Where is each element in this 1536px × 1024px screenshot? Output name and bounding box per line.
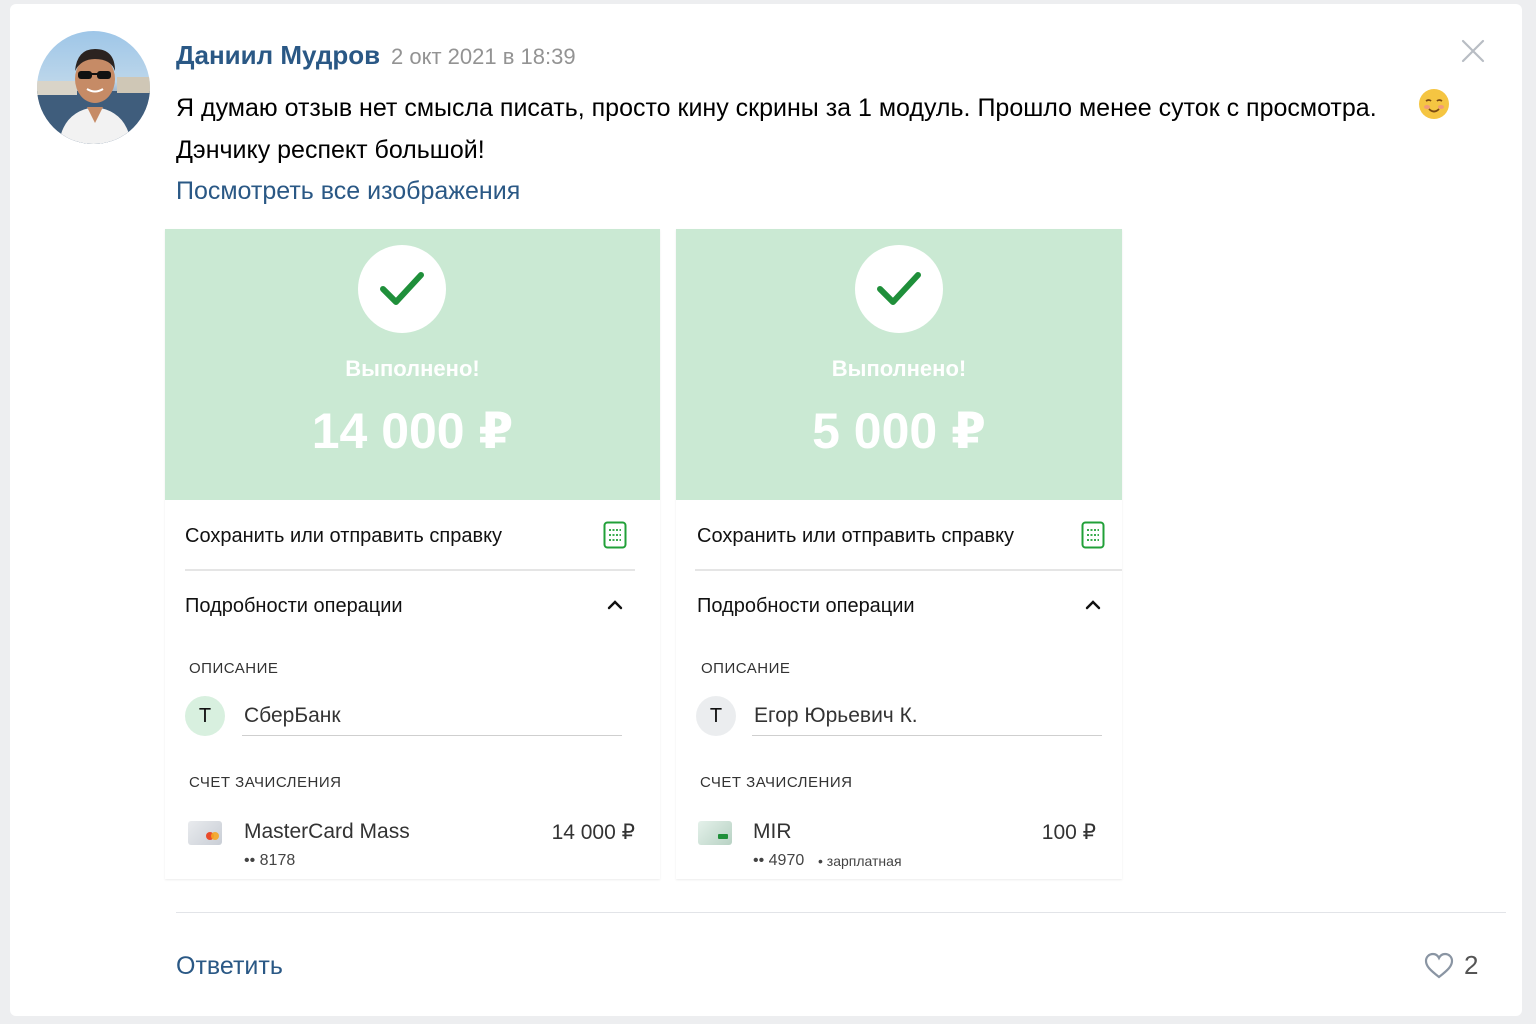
description-avatar: Т [696, 696, 736, 736]
like-count: 2 [1464, 950, 1479, 980]
avatar[interactable] [37, 31, 150, 144]
smile-emoji-icon [1418, 88, 1450, 120]
amount-text: 5 000 ₽ [812, 403, 986, 459]
description-text: Егор Юрьевич К. [754, 704, 918, 727]
post-text: Я думаю отзыв нет смысла писать, просто … [176, 87, 1466, 171]
chevron-up-icon[interactable] [1085, 598, 1101, 610]
account-sum: 14 000 ₽ [551, 821, 635, 844]
check-circle [855, 245, 943, 333]
receipt-image-2[interactable]: Выполнено! 5 000 ₽ Сохранить или отправи… [676, 229, 1122, 879]
account-number: •• 8178 [244, 852, 296, 869]
status-text: Выполнено! [345, 356, 480, 381]
account-name: MIR [753, 820, 792, 843]
description-text: СберБанк [244, 704, 341, 727]
description-header: ОПИСАНИЕ [701, 660, 791, 677]
save-receipt-label[interactable]: Сохранить или отправить справку [697, 525, 1014, 548]
description-underline [752, 735, 1102, 736]
check-icon [380, 272, 424, 305]
close-button[interactable] [1460, 38, 1486, 64]
operation-details-label[interactable]: Подробности операции [185, 595, 403, 618]
description-underline [242, 735, 622, 736]
receipt-doc-icon[interactable] [1081, 521, 1105, 549]
receipt-doc-icon[interactable] [603, 521, 627, 549]
card-icon [188, 821, 222, 845]
save-receipt-label[interactable]: Сохранить или отправить справку [185, 525, 502, 548]
heart-icon [1424, 952, 1454, 979]
check-circle [358, 245, 446, 333]
chevron-up-icon[interactable] [607, 598, 623, 610]
check-icon [877, 272, 921, 305]
close-icon [1461, 39, 1485, 63]
post-text-line-1: Я думаю отзыв нет смысла писать, просто … [176, 94, 1377, 122]
post-date[interactable]: 2 окт 2021 в 18:39 [391, 44, 576, 70]
divider [695, 569, 1122, 571]
description-header: ОПИСАНИЕ [189, 660, 279, 677]
avatar-photo [37, 49, 150, 144]
description-avatar: Т [185, 696, 225, 736]
card-icon [698, 821, 732, 845]
divider [185, 569, 635, 571]
account-number: •• 4970 [753, 852, 805, 869]
account-name: MasterCard Mass [244, 820, 410, 843]
view-all-images-link[interactable]: Посмотреть все изображения [176, 177, 520, 206]
post-text-line-2: Дэнчику респект большой! [176, 136, 485, 164]
footer-divider [176, 912, 1506, 913]
account-header: СЧЕТ ЗАЧИСЛЕНИЯ [189, 774, 342, 791]
account-header: СЧЕТ ЗАЧИСЛЕНИЯ [700, 774, 853, 791]
comment-card: Даниил Мудров 2 окт 2021 в 18:39 Я думаю… [10, 4, 1522, 1016]
operation-details-label[interactable]: Подробности операции [697, 595, 915, 618]
account-sum: 100 ₽ [1041, 821, 1096, 844]
account-note: • зарплатная [818, 853, 902, 869]
status-text: Выполнено! [831, 356, 967, 381]
reply-link[interactable]: Ответить [176, 952, 283, 981]
receipt-image-1[interactable]: Выполнено! 14 000 ₽ Сохранить или отправ… [165, 229, 660, 879]
author-name[interactable]: Даниил Мудров [176, 40, 380, 71]
amount-text: 14 000 ₽ [311, 403, 514, 459]
